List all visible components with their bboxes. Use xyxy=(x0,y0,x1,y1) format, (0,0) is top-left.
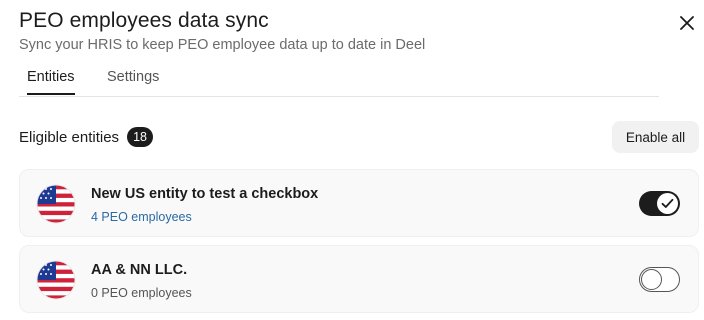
enable-all-button[interactable]: Enable all xyxy=(612,121,699,153)
entity-count-badge: 18 xyxy=(127,127,154,147)
entity-employee-count-link[interactable]: 4 PEO employees xyxy=(91,210,192,224)
peo-sync-dialog: PEO employees data sync Sync your HRIS t… xyxy=(0,0,704,320)
tab-bar: Entities Settings xyxy=(19,66,659,97)
entity-card: New US entity to test a checkbox 4 PEO e… xyxy=(19,169,699,237)
entity-name: AA & NN LLC. xyxy=(91,262,188,278)
entity-name: New US entity to test a checkbox xyxy=(91,186,319,202)
tab-settings[interactable]: Settings xyxy=(107,69,159,94)
tab-entities[interactable]: Entities xyxy=(27,69,75,95)
close-icon xyxy=(680,16,694,30)
entity-sync-toggle[interactable] xyxy=(639,191,680,216)
toggle-knob xyxy=(641,268,662,290)
close-button[interactable] xyxy=(675,11,699,35)
us-flag-icon xyxy=(36,260,76,300)
dialog-subtitle: Sync your HRIS to keep PEO employee data… xyxy=(19,37,426,53)
entity-employee-count: 0 PEO employees xyxy=(91,286,192,300)
entity-card: AA & NN LLC. 0 PEO employees xyxy=(19,245,699,313)
dialog-title: PEO employees data sync xyxy=(19,9,269,32)
toggle-knob xyxy=(657,193,678,214)
check-icon xyxy=(661,198,674,208)
section-title: Eligible entities xyxy=(19,128,120,146)
entity-sync-toggle[interactable] xyxy=(639,267,680,292)
eligible-entities-header: Eligible entities 18 xyxy=(19,127,154,147)
us-flag-icon xyxy=(36,184,76,224)
